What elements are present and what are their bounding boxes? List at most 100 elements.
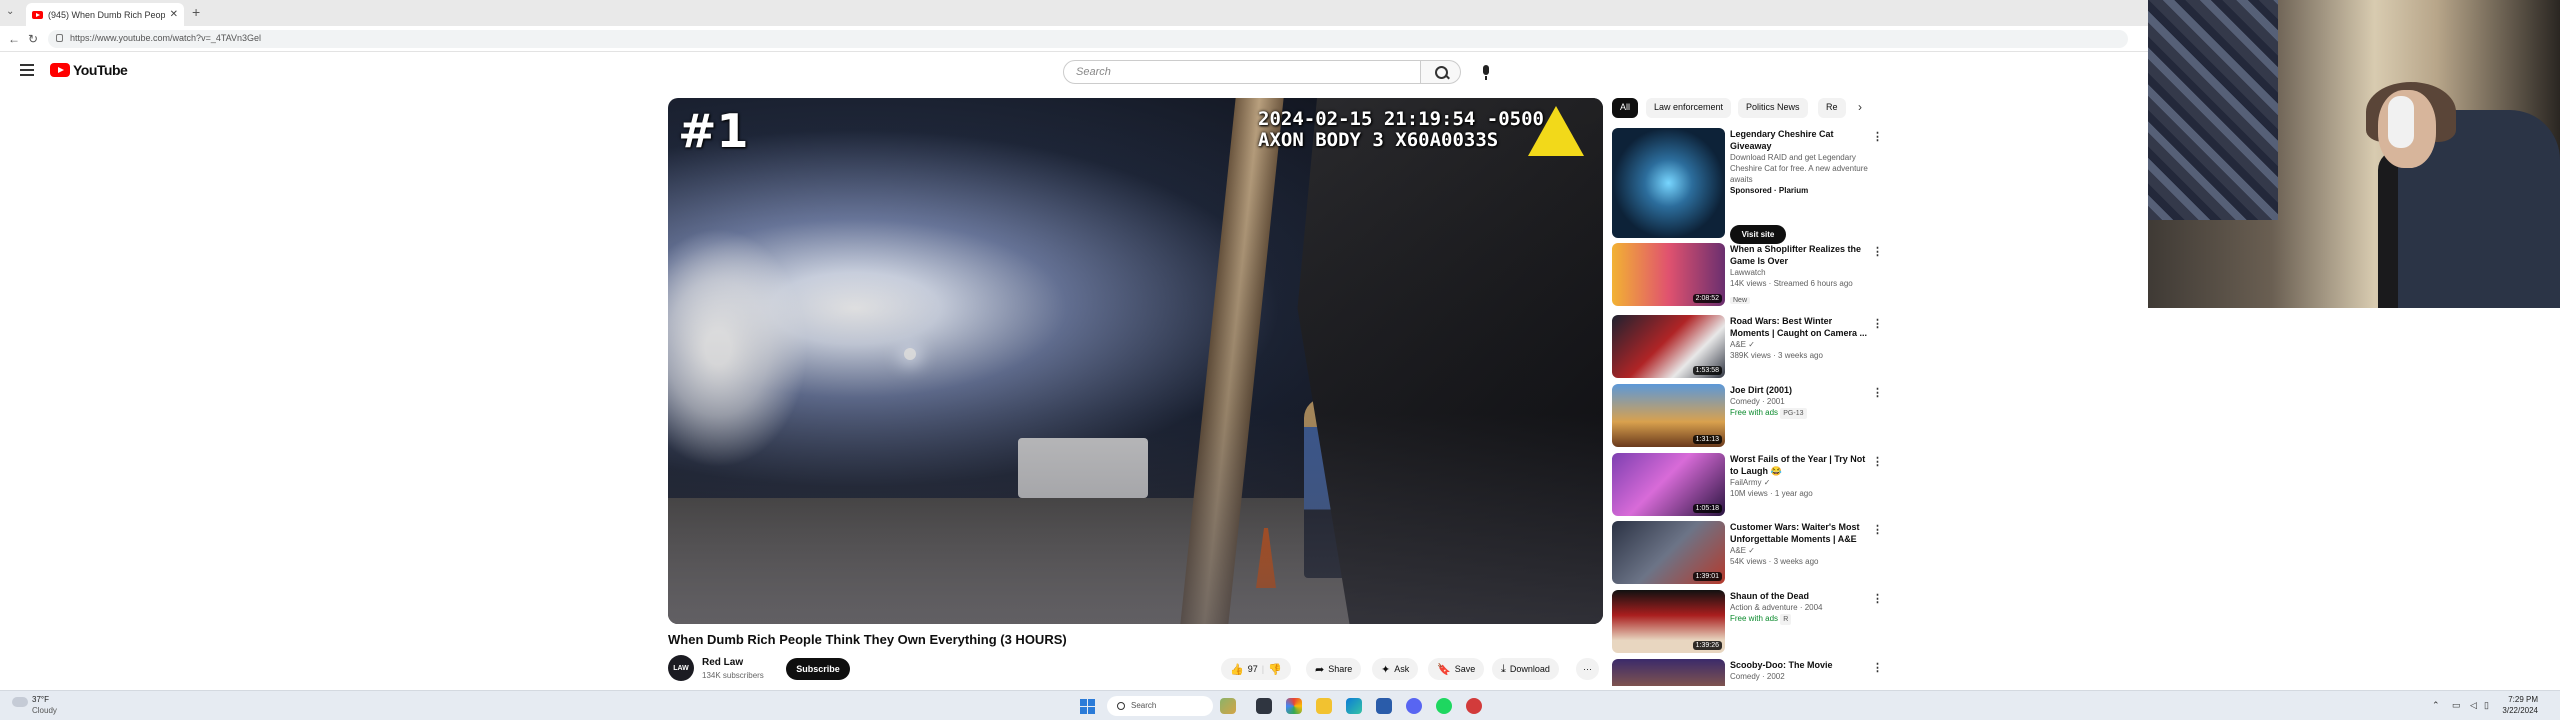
volume-icon[interactable]: ◁	[2470, 700, 2477, 711]
reload-icon[interactable]: ↻	[28, 32, 38, 46]
spotify-icon[interactable]	[1436, 698, 1452, 714]
video-thumbnail[interactable]: 1:39:26	[1612, 590, 1725, 653]
file-explorer-icon[interactable]	[1316, 698, 1332, 714]
obs-icon[interactable]	[1466, 698, 1482, 714]
lock-icon	[56, 34, 63, 42]
recommendation-title[interactable]: Scooby-Doo: The Movie	[1730, 659, 1870, 671]
rating-badge: PG-13	[1780, 408, 1807, 419]
wall-poster	[2148, 0, 2278, 220]
recommendation-channel[interactable]: A&E ✓	[1730, 339, 1870, 350]
recommendation-genre: Action & adventure · 2004	[1730, 603, 1823, 612]
recommendation-title[interactable]: Customer Wars: Waiter's Most Unforgettab…	[1730, 521, 1870, 545]
recommendation-title[interactable]: Worst Fails of the Year | Try Not to Lau…	[1730, 453, 1870, 477]
youtube-logo[interactable]: YouTube	[50, 62, 128, 78]
free-with-ads-label: Free with ads R	[1730, 613, 1870, 625]
headset-icon	[2388, 96, 2414, 148]
video-thumbnail[interactable]: 1:31:13	[1612, 384, 1725, 447]
recommendation-genre: Comedy · 2002	[1730, 672, 1785, 681]
clock-time[interactable]: 7:29 PM	[2498, 695, 2538, 704]
more-vert-icon[interactable]: ⋮	[1872, 317, 1883, 330]
recommendation-item[interactable]: Scooby-Doo: The Movie Comedy · 2002 ⋮	[1612, 659, 1884, 686]
url-text: https://www.youtube.com/watch?v=_4TAVn3G…	[70, 33, 262, 43]
microphone-icon[interactable]	[1474, 60, 1498, 84]
more-vert-icon[interactable]: ⋮	[1872, 661, 1883, 674]
ad-sponsor: Sponsored · Plarium	[1730, 186, 1809, 195]
visit-site-button[interactable]: Visit site	[1730, 225, 1786, 244]
recommendation-stats: 389K views · 3 weeks ago	[1730, 351, 1823, 360]
recommendation-channel[interactable]: Lawwatch	[1730, 267, 1870, 278]
recommendation-title[interactable]: Joe Dirt (2001)	[1730, 384, 1870, 396]
recommendation-title[interactable]: Road Wars: Best Winter Moments | Caught …	[1730, 315, 1870, 339]
recommendation-channel[interactable]: FailArmy ✓	[1730, 477, 1870, 488]
duration-badge: 1:39:26	[1692, 641, 1722, 650]
weather-temperature[interactable]: 37°F	[32, 695, 49, 704]
recommendation-genre: Comedy · 2001	[1730, 397, 1785, 406]
browser-tab[interactable]: (945) When Dumb Rich People ✕	[26, 3, 184, 26]
recommendation-title[interactable]: When a Shoplifter Realizes the Game Is O…	[1730, 243, 1870, 267]
channel-avatar[interactable]: LAW	[668, 655, 694, 681]
chip-all[interactable]: All	[1612, 98, 1639, 118]
new-tab-plus-icon[interactable]: +	[192, 4, 200, 20]
store-icon[interactable]	[1376, 698, 1392, 714]
widgets-icon[interactable]	[1220, 698, 1236, 714]
browser-tab-bar: ⌄ (945) When Dumb Rich People ✕ +	[0, 0, 2148, 26]
thumbs-up-icon: 👍	[1230, 663, 1244, 676]
more-vert-icon[interactable]: ⋮	[1872, 130, 1883, 143]
network-icon[interactable]: ▭	[2452, 700, 2461, 711]
search-icon[interactable]	[1421, 60, 1461, 84]
ad-title[interactable]: Legendary Cheshire Cat Giveaway	[1730, 128, 1870, 152]
video-thumbnail[interactable]: 1:05:18	[1612, 453, 1725, 516]
battery-icon[interactable]: ▯	[2484, 700, 2489, 711]
free-with-ads-label: Free with ads PG-13	[1730, 407, 1870, 419]
back-arrow-icon[interactable]: ←	[8, 32, 20, 46]
duration-badge: 1:53:58	[1692, 366, 1722, 375]
cloud-icon[interactable]	[12, 697, 28, 707]
ask-button[interactable]: ✦ Ask	[1372, 658, 1419, 680]
search-input[interactable]: Search	[1063, 60, 1421, 84]
like-button[interactable]: 👍 97 | 👎	[1221, 658, 1291, 680]
more-vert-icon[interactable]: ⋮	[1872, 245, 1883, 258]
tab-search-chevron-icon[interactable]: ⌄	[6, 6, 14, 17]
video-thumbnail[interactable]: 1:39:01	[1612, 521, 1725, 584]
download-arrow-icon: ⤓	[1501, 662, 1506, 675]
video-player[interactable]: #1 2024-02-15 21:19:54 -0500 AXON BODY 3…	[668, 98, 1603, 624]
tab-close-icon[interactable]: ✕	[170, 9, 178, 20]
task-view-icon[interactable]	[1256, 698, 1272, 714]
recommendation-title[interactable]: Shaun of the Dead	[1730, 590, 1870, 602]
thumbs-down-icon[interactable]: 👎	[1268, 663, 1282, 676]
chip-politics-news[interactable]: Politics News	[1738, 98, 1808, 118]
duration-badge: 2:08:52	[1692, 294, 1722, 303]
edge-icon[interactable]	[1346, 698, 1362, 714]
more-vert-icon[interactable]: ⋮	[1872, 455, 1883, 468]
discord-icon[interactable]	[1406, 698, 1422, 714]
hamburger-menu-icon[interactable]	[20, 64, 34, 79]
chevron-right-icon[interactable]: ›	[1858, 100, 1862, 114]
subscribe-button[interactable]: Subscribe	[786, 658, 850, 680]
more-actions-button[interactable]: ···	[1576, 658, 1599, 680]
more-vert-icon[interactable]: ⋮	[1872, 386, 1883, 399]
ad-thumbnail[interactable]	[1612, 128, 1725, 238]
save-label: Save	[1454, 664, 1476, 674]
download-button[interactable]: ⤓ Download	[1492, 658, 1559, 680]
save-button[interactable]: 🔖 Save	[1428, 658, 1485, 680]
tray-chevron-icon[interactable]: ⌃	[2432, 700, 2440, 711]
share-arrow-icon: ➦	[1315, 663, 1325, 676]
recommendation-channel[interactable]: A&E ✓	[1730, 545, 1870, 556]
chrome-icon[interactable]	[1286, 698, 1302, 714]
weather-description[interactable]: Cloudy	[32, 706, 57, 715]
share-button[interactable]: ➦ Share	[1306, 658, 1362, 680]
channel-name[interactable]: Red Law	[702, 657, 743, 668]
chip-more[interactable]: Re	[1818, 98, 1846, 118]
video-thumbnail[interactable]: 2:08:52	[1612, 243, 1725, 306]
windows-start-icon[interactable]	[1080, 699, 1095, 714]
video-thumbnail[interactable]	[1612, 659, 1725, 686]
chip-law-enforcement[interactable]: Law enforcement	[1646, 98, 1732, 118]
clock-date[interactable]: 3/22/2024	[2498, 706, 2538, 715]
webcam-overlay	[2148, 0, 2560, 308]
video-thumbnail[interactable]: 1:53:58	[1612, 315, 1725, 378]
night-shade	[668, 98, 1603, 624]
url-field[interactable]: https://www.youtube.com/watch?v=_4TAVn3G…	[48, 30, 2128, 48]
more-vert-icon[interactable]: ⋮	[1872, 523, 1883, 536]
more-vert-icon[interactable]: ⋮	[1872, 592, 1883, 605]
taskbar-search[interactable]: Search	[1107, 696, 1213, 716]
